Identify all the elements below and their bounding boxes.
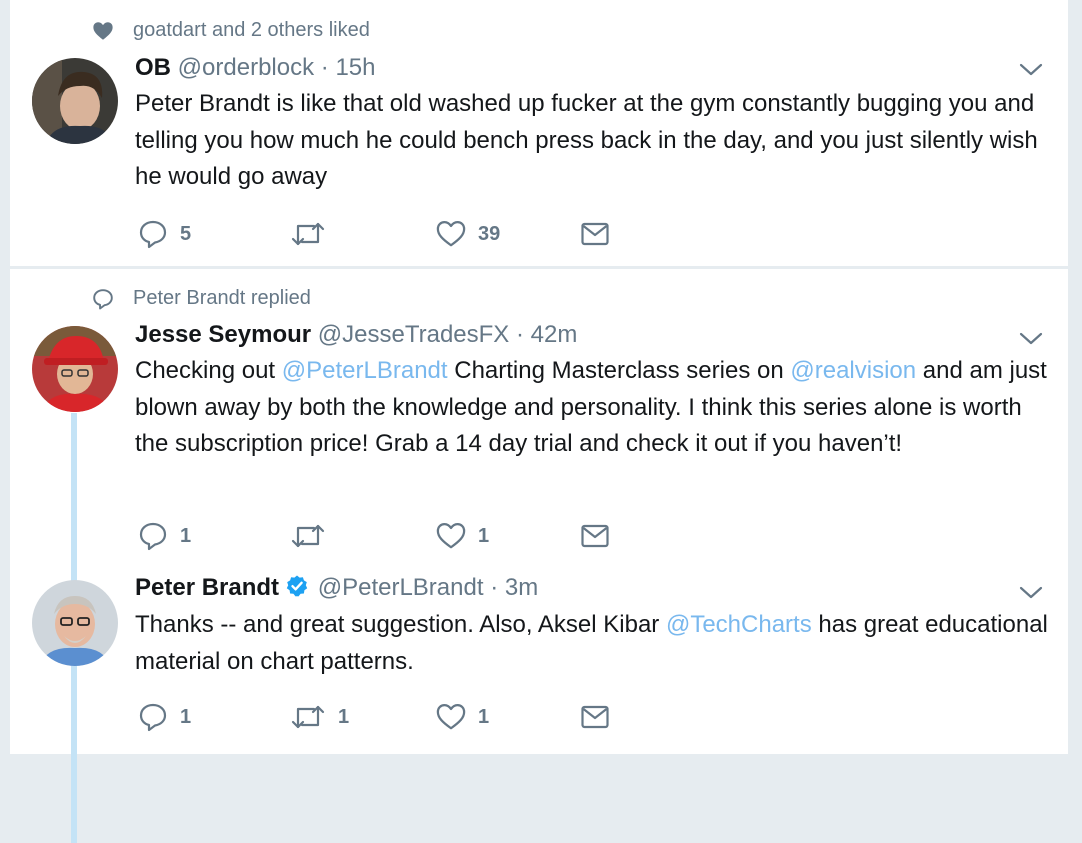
heart-icon	[436, 704, 466, 730]
tweet-card[interactable]: goatdart and 2 others liked OB @orderblo…	[10, 0, 1068, 266]
tweet-text-segment: Checking out	[135, 357, 282, 384]
display-name[interactable]: Peter Brandt	[135, 574, 279, 601]
user-handle[interactable]: @PeterLBrandt	[318, 574, 484, 601]
separator-dot: ·	[320, 54, 329, 81]
retweet-count: 1	[338, 705, 350, 728]
retweet-icon	[291, 524, 325, 548]
like-count: 1	[478, 705, 490, 728]
direct-message-button[interactable]	[580, 521, 610, 551]
tweet-text-segment: Thanks -- and great suggestion. Also, Ak…	[135, 611, 666, 638]
heart-icon	[93, 22, 113, 40]
timestamp[interactable]: 42m	[531, 321, 578, 348]
reply-icon	[139, 522, 167, 551]
user-handle[interactable]: @orderblock	[178, 54, 314, 81]
timeline-feed: goatdart and 2 others liked OB @orderblo…	[10, 0, 1068, 843]
timestamp[interactable]: 3m	[505, 574, 538, 601]
chevron-down-icon[interactable]	[1018, 585, 1044, 601]
reply-icon	[139, 220, 167, 249]
tweet-text-segment: Charting Masterclass series on	[447, 357, 791, 384]
reply-count: 5	[180, 222, 192, 245]
reply-button[interactable]: 1	[138, 702, 191, 732]
reply-button[interactable]: 5	[138, 219, 191, 249]
like-button[interactable]: 1	[436, 521, 489, 551]
tweet-text: Thanks -- and great suggestion. Also, Ak…	[135, 607, 1050, 680]
social-context-label: Peter Brandt replied	[133, 287, 311, 309]
like-button[interactable]: 39	[436, 219, 500, 249]
reply-count: 1	[180, 524, 192, 547]
direct-message-button[interactable]	[580, 219, 610, 249]
social-context-label: goatdart and 2 others liked	[133, 19, 370, 41]
avatar[interactable]	[32, 326, 118, 412]
heart-icon	[436, 221, 466, 247]
avatar[interactable]	[32, 58, 118, 144]
direct-message-button[interactable]	[580, 702, 610, 732]
tweet-header: Peter Brandt @PeterLBrandt · 3m	[135, 573, 538, 603]
chevron-down-icon[interactable]	[1018, 62, 1044, 78]
chevron-down-icon[interactable]	[1018, 331, 1044, 347]
retweet-button[interactable]	[290, 219, 338, 249]
retweet-icon	[291, 705, 325, 729]
reply-icon	[93, 289, 113, 310]
tweet-header: Jesse Seymour @JesseTradesFX · 42m	[135, 320, 577, 350]
envelope-icon	[581, 524, 609, 548]
conversation-card[interactable]: Peter Brandt replied Jesse Seymour @Jess…	[10, 269, 1068, 843]
tweet-text: Peter Brandt is like that old washed up …	[135, 90, 1038, 190]
retweet-icon	[291, 222, 325, 246]
separator-dot: ·	[515, 321, 524, 348]
user-handle[interactable]: @JesseTradesFX	[318, 321, 510, 348]
envelope-icon	[581, 705, 609, 729]
tweet-header: OB @orderblock · 15h	[135, 53, 375, 83]
reply-icon	[139, 703, 167, 732]
retweet-button[interactable]	[290, 521, 338, 551]
verified-badge-icon	[286, 575, 308, 597]
like-count: 39	[478, 222, 501, 245]
display-name[interactable]: OB	[135, 54, 171, 81]
mention-link[interactable]: @PeterLBrandt	[282, 357, 448, 384]
reply-button[interactable]: 1	[138, 521, 191, 551]
reply-count: 1	[180, 705, 192, 728]
like-button[interactable]: 1	[436, 702, 489, 732]
like-count: 1	[478, 524, 490, 547]
separator-dot: ·	[490, 574, 499, 601]
mention-link[interactable]: @TechCharts	[666, 611, 812, 638]
retweet-button[interactable]: 1	[290, 702, 349, 732]
timestamp[interactable]: 15h	[335, 54, 375, 81]
tweet-text: Checking out @PeterLBrandt Charting Mast…	[135, 353, 1050, 463]
avatar[interactable]	[32, 580, 118, 666]
display-name[interactable]: Jesse Seymour	[135, 321, 311, 348]
heart-icon	[436, 523, 466, 549]
envelope-icon	[581, 222, 609, 246]
mention-link[interactable]: @realvision	[790, 357, 916, 384]
